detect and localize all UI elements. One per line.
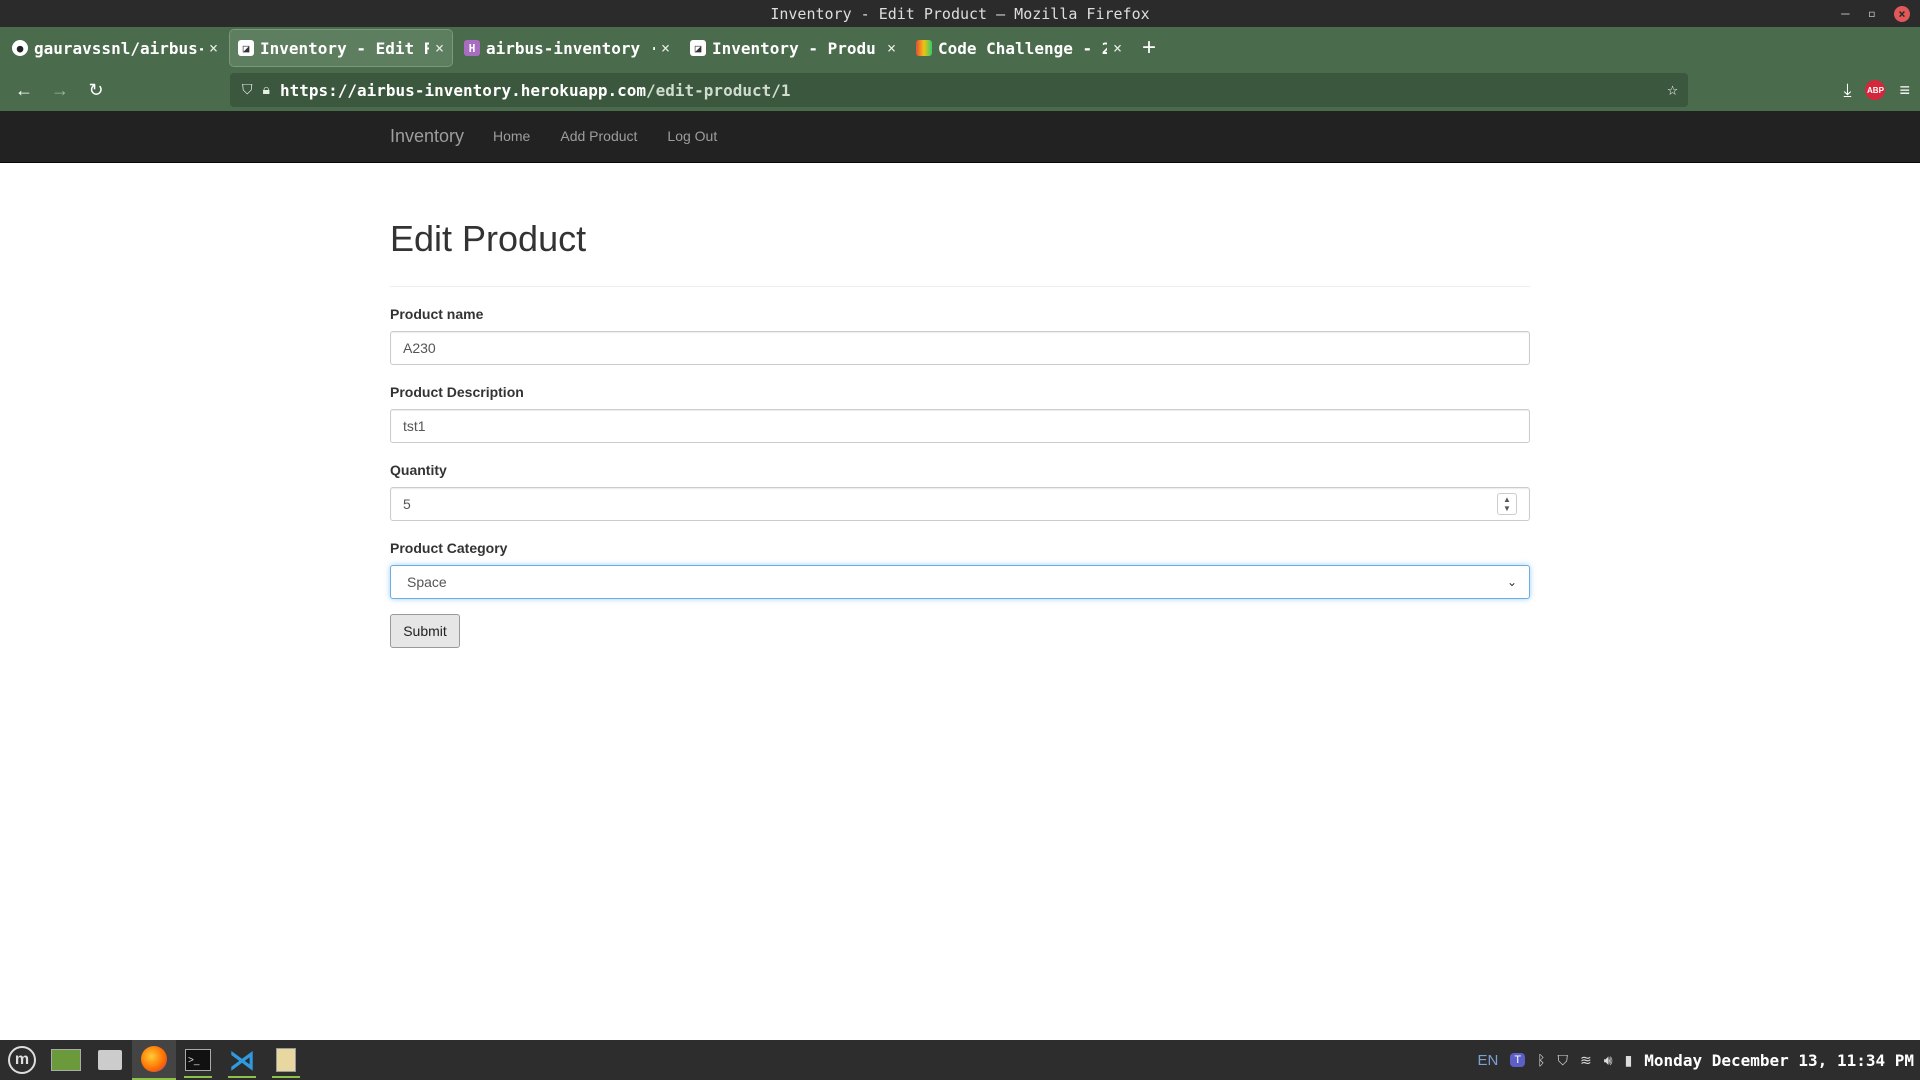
taskbar: m >_ ⋊ EN T ᛒ ⛉ ≋ 🔊︎ ▮ Monday December 1… xyxy=(0,1040,1920,1080)
github-icon: ● xyxy=(12,40,28,56)
product-name-value: A230 xyxy=(403,340,436,356)
tab-label: Inventory - Edit P xyxy=(260,38,429,58)
close-window-icon[interactable]: × xyxy=(1894,5,1910,22)
forward-arrow-icon[interactable]: → xyxy=(42,74,78,106)
page-icon: ◪ xyxy=(690,40,706,56)
mint-menu-icon[interactable]: m xyxy=(0,1040,44,1080)
tab-close-icon[interactable]: × xyxy=(887,39,896,57)
window-title: Inventory - Edit Product — Mozilla Firef… xyxy=(770,4,1150,23)
shield-tray-icon[interactable]: ⛉ xyxy=(1558,1052,1569,1069)
firefox-icon[interactable] xyxy=(132,1040,176,1080)
product-category-label: Product Category xyxy=(390,540,508,556)
clock[interactable]: Monday December 13, 11:34 PM xyxy=(1644,1051,1914,1070)
tab-code-challenge[interactable]: Code Challenge - 2 × xyxy=(908,30,1130,66)
text-editor-icon[interactable] xyxy=(264,1040,308,1080)
color-icon xyxy=(916,40,932,56)
page-content: Edit Product Product name A230 Product D… xyxy=(390,163,1530,648)
bookmark-star-icon[interactable]: ☆ xyxy=(1667,79,1678,100)
tab-label: airbus-inventory · xyxy=(486,38,655,58)
reload-icon[interactable]: ↻ xyxy=(78,74,114,106)
system-tray: EN T ᛒ ⛉ ≋ 🔊︎ ▮ Monday December 13, 11:3… xyxy=(1478,1040,1914,1080)
quantity-spinner-icon[interactable]: ▲ ▼ xyxy=(1497,493,1517,515)
site-navbar: Inventory Home Add Product Log Out xyxy=(0,111,1920,163)
tab-label: Inventory - Produ xyxy=(712,38,876,58)
bluetooth-icon[interactable]: ᛒ xyxy=(1537,1052,1545,1068)
heroku-icon: H xyxy=(464,40,480,56)
battery-icon[interactable]: ▮ xyxy=(1625,1052,1633,1069)
nav-link-log-out[interactable]: Log Out xyxy=(667,128,717,144)
shield-icon[interactable]: ⛉ xyxy=(242,82,253,98)
volume-icon[interactable]: 🔊︎ xyxy=(1604,1052,1613,1069)
product-category-value: Space xyxy=(407,574,447,590)
chevron-down-icon: ⌄ xyxy=(1506,575,1517,589)
vscode-icon[interactable]: ⋊ xyxy=(220,1040,264,1080)
adblock-icon[interactable]: ABP xyxy=(1865,80,1886,100)
new-tab-icon[interactable]: + xyxy=(1142,34,1156,62)
page-title: Edit Product xyxy=(390,218,587,259)
tab-label: gauravssnl/airbus- xyxy=(34,38,203,58)
url-bar[interactable]: ⛉ 🔒︎ https://airbus-inventory.herokuapp.… xyxy=(230,73,1688,107)
window-controls: – ▫ × xyxy=(1841,0,1910,27)
tab-close-icon[interactable]: × xyxy=(435,39,444,57)
wifi-icon[interactable]: ≋ xyxy=(1580,1052,1592,1069)
url-host: https://airbus-inventory.herokuapp.com xyxy=(279,80,646,100)
product-description-label: Product Description xyxy=(390,384,524,400)
tab-close-icon[interactable]: × xyxy=(209,39,218,57)
toolbar-right: ⤓ ABP ≡ xyxy=(1844,74,1910,106)
tab-heroku[interactable]: H airbus-inventory · × xyxy=(456,30,678,66)
download-icon[interactable]: ⤓ xyxy=(1844,74,1852,106)
url-path: /edit-product/1 xyxy=(646,80,791,100)
hamburger-menu-icon[interactable]: ≡ xyxy=(1899,74,1910,106)
page-icon: ◪ xyxy=(238,40,254,56)
title-divider xyxy=(390,286,1530,287)
tab-close-icon[interactable]: × xyxy=(661,39,670,57)
submit-button[interactable]: Submit xyxy=(390,614,460,648)
nav-link-add-product[interactable]: Add Product xyxy=(560,128,637,144)
keyboard-layout-indicator[interactable]: EN xyxy=(1478,1052,1499,1069)
tab-close-icon[interactable]: × xyxy=(1113,39,1122,57)
file-manager-icon[interactable] xyxy=(88,1040,132,1080)
tab-github[interactable]: ● gauravssnl/airbus- × xyxy=(4,30,226,66)
window-titlebar: Inventory - Edit Product — Mozilla Firef… xyxy=(0,0,1920,27)
form-group-category: Product Category Space ⌄ xyxy=(390,540,1530,599)
tab-strip: ● gauravssnl/airbus- × ◪ Inventory - Edi… xyxy=(0,27,1920,69)
product-description-value: tst1 xyxy=(403,418,426,434)
quantity-input[interactable]: 5 ▲ ▼ xyxy=(390,487,1530,521)
quantity-label: Quantity xyxy=(390,462,447,478)
form-group-description: Product Description tst1 xyxy=(390,384,1530,443)
maximize-icon[interactable]: ▫ xyxy=(1868,6,1876,22)
product-description-input[interactable]: tst1 xyxy=(390,409,1530,443)
teams-icon[interactable]: T xyxy=(1510,1053,1526,1067)
nav-link-home[interactable]: Home xyxy=(493,128,530,144)
form-group-quantity: Quantity 5 ▲ ▼ xyxy=(390,462,1530,521)
tab-inventory-products[interactable]: ◪ Inventory - Produ × xyxy=(682,30,904,66)
product-name-label: Product name xyxy=(390,306,484,322)
tab-label: Code Challenge - 2 xyxy=(938,38,1107,58)
quantity-value: 5 xyxy=(403,496,411,512)
navigation-bar: ← → ↻ ⛉ 🔒︎ https://airbus-inventory.hero… xyxy=(0,69,1920,111)
tab-inventory-edit[interactable]: ◪ Inventory - Edit P × xyxy=(229,29,453,67)
show-desktop-icon[interactable] xyxy=(44,1040,88,1080)
form-group-name: Product name A230 xyxy=(390,306,1530,365)
site-nav-links: Home Add Product Log Out xyxy=(493,128,717,144)
product-name-input[interactable]: A230 xyxy=(390,331,1530,365)
lock-icon[interactable]: 🔒︎ xyxy=(263,82,270,98)
back-arrow-icon[interactable]: ← xyxy=(6,74,42,106)
product-category-select[interactable]: Space ⌄ xyxy=(390,565,1530,599)
site-brand-link[interactable]: Inventory xyxy=(390,126,464,147)
terminal-icon[interactable]: >_ xyxy=(176,1040,220,1080)
minimize-icon[interactable]: – xyxy=(1841,6,1849,22)
